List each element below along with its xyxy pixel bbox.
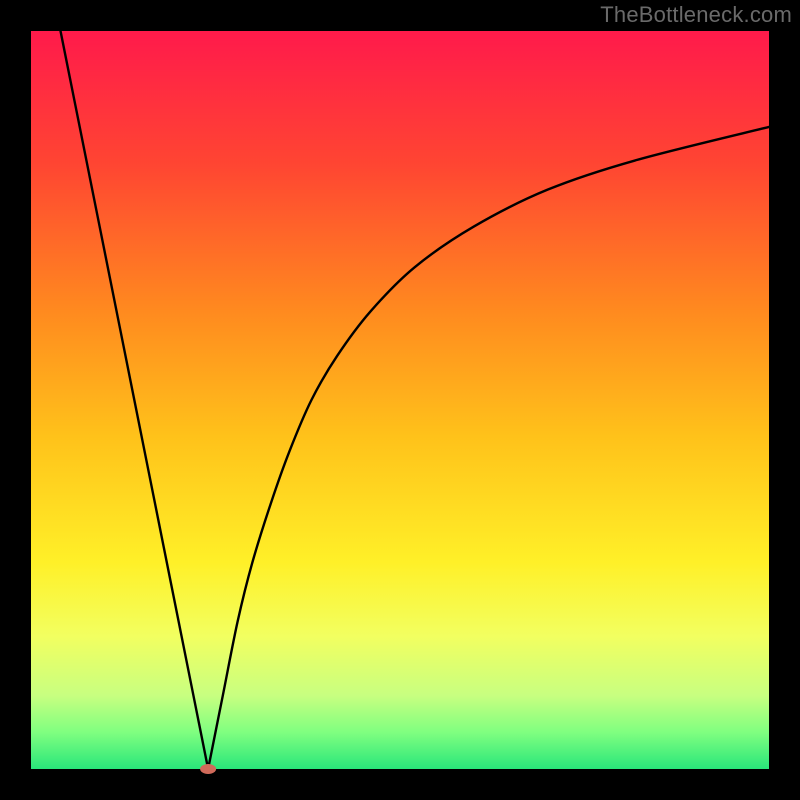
chart-frame: TheBottleneck.com <box>0 0 800 800</box>
watermark-text: TheBottleneck.com <box>600 2 792 28</box>
plot-background <box>31 31 769 769</box>
optimum-marker <box>200 764 216 774</box>
bottleneck-chart <box>0 0 800 800</box>
